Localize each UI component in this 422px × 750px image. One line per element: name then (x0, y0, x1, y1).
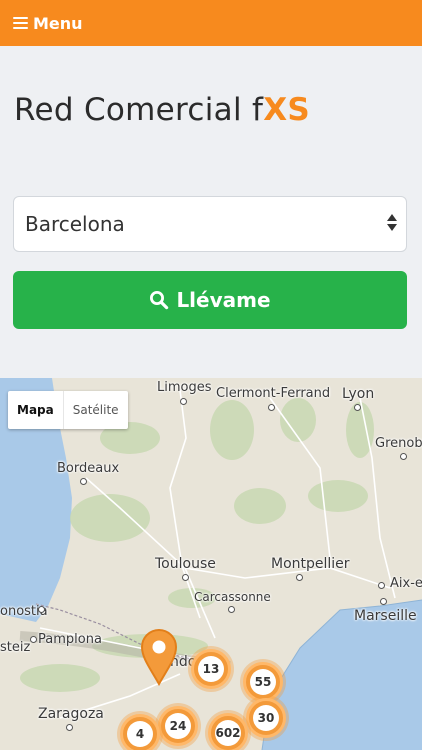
city-label: Grenobl (375, 436, 422, 451)
cluster-count: 24 (165, 713, 191, 739)
city-label: Marseille (354, 608, 417, 624)
city-dot (296, 574, 303, 581)
city-label: steiz (0, 640, 31, 655)
city-dot (66, 724, 73, 731)
city-dot (228, 606, 235, 613)
city-select[interactable]: Barcelona (13, 196, 407, 252)
city-dot (30, 636, 37, 643)
city-label: Toulouse (155, 556, 216, 572)
city-dot (38, 606, 45, 613)
page-title: Red Comercial fXS (14, 92, 310, 128)
menu-button[interactable]: Menu (33, 14, 83, 33)
city-label: Bordeaux (57, 461, 120, 476)
title-text: Red Comercial f (14, 92, 264, 128)
marker-cluster[interactable]: 30 (246, 698, 286, 738)
city-label: Montpellier (271, 556, 350, 572)
cluster-count: 602 (215, 720, 241, 746)
city-label: Limoges (157, 380, 212, 395)
city-label: Aix-e (390, 576, 422, 591)
city-dot (354, 404, 361, 411)
cluster-count: 30 (253, 705, 279, 731)
marker-cluster[interactable]: 24 (158, 706, 198, 746)
city-dot (378, 582, 385, 589)
city-dot (182, 574, 189, 581)
search-icon (150, 291, 169, 310)
city-label: Pamplona (38, 632, 102, 647)
city-dot (268, 404, 275, 411)
map-type-control: Mapa Satélite (8, 391, 128, 429)
go-button-label: Llévame (176, 288, 271, 312)
city-label: Carcassonne (194, 590, 271, 604)
hamburger-icon[interactable] (13, 16, 28, 30)
map-type-satellite[interactable]: Satélite (64, 391, 128, 429)
map-view[interactable]: Mapa Satélite Limoges Clermont-Ferrand L… (0, 378, 422, 750)
city-dot (180, 398, 187, 405)
go-button[interactable]: Llévame (13, 271, 407, 329)
city-label: Clermont-Ferrand (216, 386, 331, 401)
marker-cluster[interactable]: 13 (191, 649, 231, 689)
cluster-count: 13 (198, 656, 224, 682)
cluster-count: 55 (250, 669, 276, 695)
map-type-map[interactable]: Mapa (8, 391, 63, 429)
city-dot (80, 478, 87, 485)
cluster-count: 4 (127, 721, 153, 747)
city-dot (400, 453, 407, 460)
title-brand: XS (263, 92, 311, 128)
city-dot (380, 598, 387, 605)
marker-cluster[interactable]: 602 (208, 713, 248, 750)
city-label: Lyon (342, 386, 375, 402)
location-pin-icon[interactable] (140, 628, 178, 686)
top-bar: Menu (0, 0, 422, 46)
city-label: Zaragoza (38, 706, 104, 722)
marker-cluster[interactable]: 4 (120, 714, 160, 750)
select-arrows-icon (387, 214, 397, 231)
city-select-value: Barcelona (25, 212, 125, 236)
marker-cluster[interactable]: 55 (243, 662, 283, 702)
